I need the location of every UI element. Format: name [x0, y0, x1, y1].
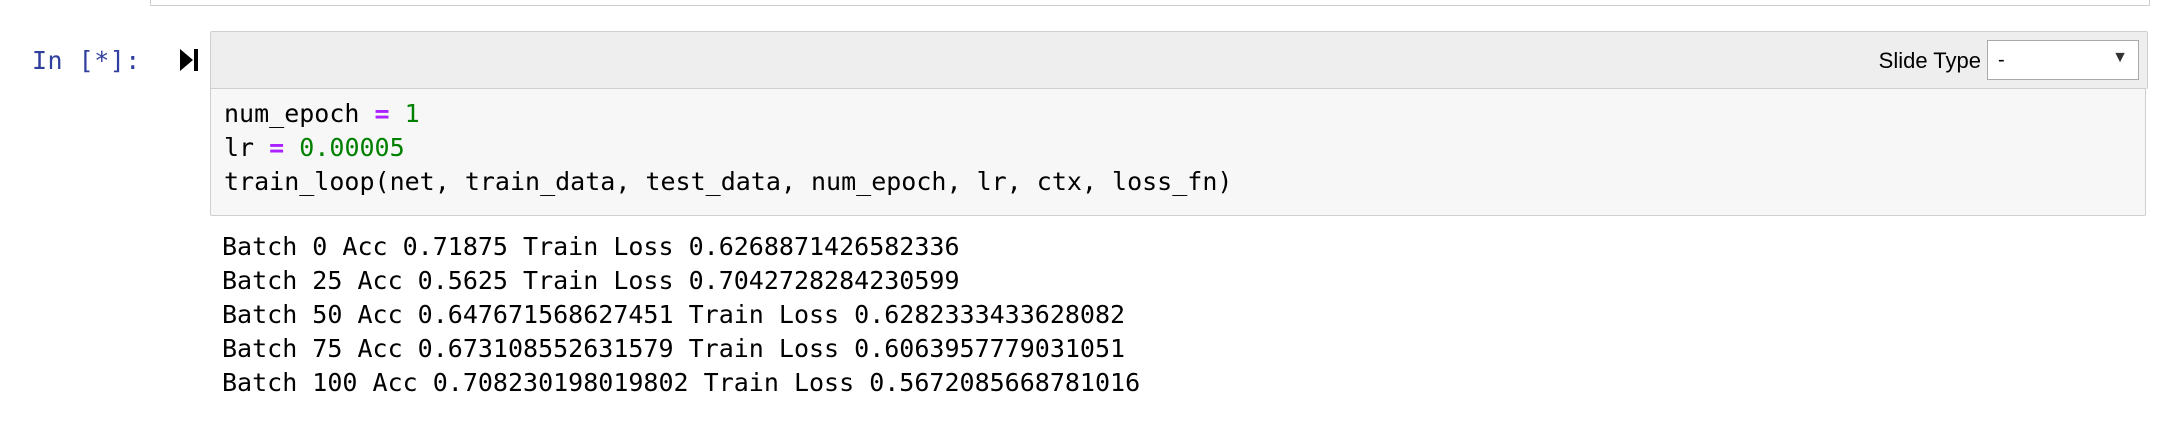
output-line: Batch 25 Acc 0.5625 Train Loss 0.7042728…	[222, 266, 960, 295]
slide-type-select[interactable]: - ▼	[1987, 40, 2139, 80]
output-line: Batch 50 Acc 0.647671568627451 Train Los…	[222, 300, 1126, 329]
run-cell-icon[interactable]	[178, 47, 200, 73]
cell-output: Batch 0 Acc 0.71875 Train Loss 0.6268871…	[222, 230, 1140, 400]
output-line: Batch 0 Acc 0.71875 Train Loss 0.6268871…	[222, 232, 960, 261]
previous-cell-bottom	[150, 0, 2150, 6]
slide-type-value: -	[1998, 49, 2005, 71]
code-number: 0.00005	[299, 133, 405, 162]
code-number: 1	[404, 99, 420, 128]
cell-toolbar: Slide Type - ▼	[210, 31, 2148, 89]
code-editor[interactable]: num_epoch = 1 lr = 0.00005 train_loop(ne…	[210, 88, 2146, 216]
code-line-2: lr = 0.00005	[224, 133, 405, 162]
output-line: Batch 75 Acc 0.673108552631579 Train Los…	[222, 334, 1126, 363]
output-line: Batch 100 Acc 0.708230198019802 Train Lo…	[222, 368, 1141, 397]
code-variable: lr	[224, 133, 255, 162]
code-line-1: num_epoch = 1	[224, 99, 420, 128]
code-variable: num_epoch	[224, 99, 360, 128]
triangle-down-icon: ▼	[2112, 49, 2128, 66]
slide-type-label: Slide Type	[1878, 48, 1981, 73]
code-operator: =	[374, 99, 390, 128]
code-line-3: train_loop(net, train_data, test_data, n…	[224, 167, 1233, 196]
code-operator: =	[269, 133, 285, 162]
cell-prompt: In [*]:	[32, 46, 141, 75]
